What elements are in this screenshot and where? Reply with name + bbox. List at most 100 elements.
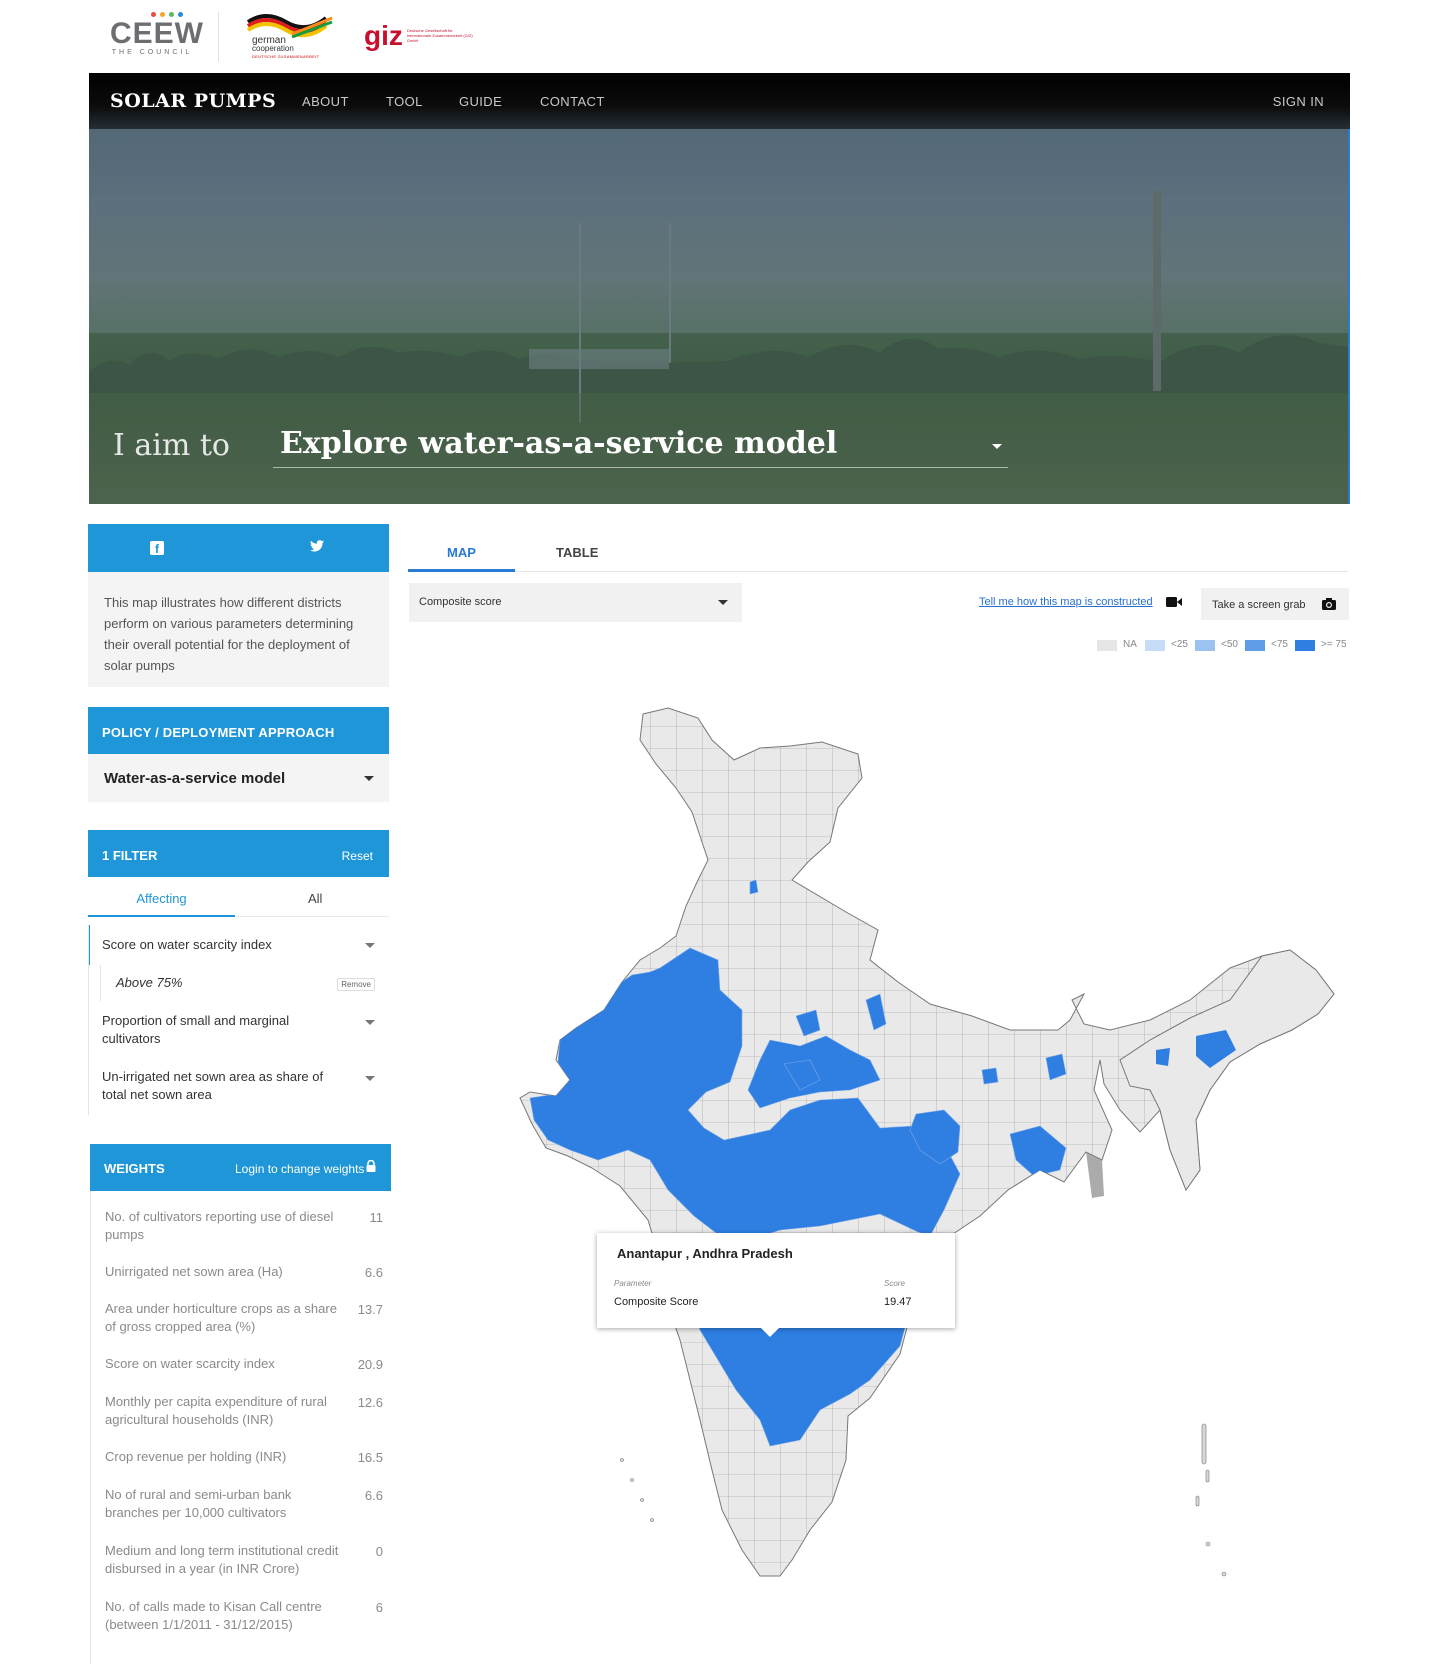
giz-logo-word: giz	[364, 20, 403, 51]
hero-edge	[1348, 129, 1350, 504]
legend-label: NA	[1123, 639, 1137, 650]
tooltip-title: Anantapur , Andhra Pradesh	[617, 1246, 793, 1261]
policy-header: POLICY / DEPLOYMENT APPROACH	[88, 707, 389, 754]
weight-value: 6.6	[364, 1488, 383, 1503]
weight-value: 12.6	[357, 1395, 383, 1410]
tooltip-score-header: Score	[884, 1279, 905, 1288]
tab-map[interactable]: MAP	[408, 524, 515, 572]
chevron-down-icon	[365, 1076, 375, 1081]
map-tooltip: Anantapur , Andhra Pradesh Parameter Sco…	[597, 1233, 955, 1337]
chevron-down-icon	[992, 444, 1002, 449]
legend-swatch-lt50	[1195, 640, 1215, 651]
tab-affecting[interactable]: Affecting	[88, 877, 235, 917]
weight-value: 0	[375, 1544, 383, 1559]
chevron-down-icon	[364, 776, 374, 781]
aim-label: I aim to	[113, 428, 230, 463]
filter-reset-button[interactable]: Reset	[342, 849, 373, 863]
weight-label: No of rural and semi-urban bank branches…	[105, 1487, 292, 1520]
weights-header: WEIGHTS Login to change weights	[90, 1144, 391, 1191]
weight-value: 13.7	[357, 1302, 383, 1317]
logo-divider	[218, 12, 219, 62]
filter-small-marginal[interactable]: Proportion of small and marginal cultiva…	[88, 1010, 389, 1060]
filter-unirrigated[interactable]: Un-irrigated net sown area as share of t…	[88, 1066, 389, 1116]
filter-label: Score on water scarcity index	[102, 937, 272, 952]
weight-value: 6	[375, 1600, 383, 1615]
tooltip-arrow	[761, 1328, 779, 1337]
how-map-constructed-link[interactable]: Tell me how this map is constructed	[979, 596, 1153, 608]
tab-all[interactable]: All	[308, 891, 322, 906]
parameter-dropdown-value: Composite score	[419, 596, 502, 608]
tooltip-param-header: Parameter	[614, 1279, 652, 1288]
filter-sub-divider	[100, 965, 101, 1001]
giz-logo[interactable]: giz Deutsche Gesellschaft für Internation…	[364, 22, 477, 52]
weight-label: Monthly per capita expenditure of rural …	[105, 1394, 327, 1427]
video-camera-icon[interactable]	[1166, 597, 1182, 607]
lock-icon	[366, 1160, 376, 1172]
india-district-map[interactable]	[515, 700, 1340, 1590]
german-cooperation-logo[interactable]: german cooperation DEUTSCHE ZUSAMMENARBE…	[246, 12, 336, 62]
partner-logos: CEEW THE COUNCIL german cooperation DEUT…	[0, 0, 1440, 73]
legend-label: <25	[1171, 639, 1188, 650]
nav-guide[interactable]: GUIDE	[459, 94, 502, 109]
legend-swatch-na	[1097, 640, 1117, 651]
ceew-logo-sub: THE COUNCIL	[111, 49, 193, 56]
aim-dropdown-value: Explore water-as-a-service model	[280, 426, 838, 461]
filter-list-border	[88, 925, 89, 1115]
filter-header: 1 FILTER Reset	[88, 830, 389, 877]
german-logo-line3: DEUTSCHE ZUSAMMENARBEIT	[252, 54, 320, 59]
brand-logo[interactable]: SOLAR PUMPS	[110, 90, 276, 112]
weight-label: No. of cultivators reporting use of dies…	[105, 1209, 334, 1242]
screen-grab-label: Take a screen grab	[1212, 599, 1306, 611]
filter-applied-value: Above 75% Remove	[88, 965, 389, 1001]
filter-sub-value: Above 75%	[116, 975, 183, 990]
tooltip-param-value: Composite Score	[614, 1296, 699, 1308]
filter-remove-button[interactable]: Remove	[337, 978, 375, 991]
sign-in-link[interactable]: SIGN IN	[1273, 94, 1324, 109]
twitter-icon[interactable]	[310, 540, 324, 552]
weight-value: 6.6	[364, 1265, 383, 1280]
filter-count: 1 FILTER	[102, 848, 158, 863]
hero-banner: SOLAR PUMPS ABOUT TOOL GUIDE CONTACT SIG…	[89, 73, 1350, 504]
parameter-dropdown[interactable]: Composite score	[409, 583, 742, 622]
weights-list: No. of cultivators reporting use of dies…	[90, 1191, 391, 1664]
filter-water-scarcity[interactable]: Score on water scarcity index	[88, 925, 389, 965]
aim-dropdown[interactable]: Explore water-as-a-service model	[273, 426, 1008, 468]
ceew-logo[interactable]: CEEW THE COUNCIL	[110, 12, 204, 62]
weight-label: Score on water scarcity index	[105, 1356, 275, 1371]
login-to-change-weights-link[interactable]: Login to change weights	[235, 1162, 364, 1176]
legend-swatch-lt25	[1145, 640, 1165, 651]
weights-title: WEIGHTS	[104, 1161, 165, 1176]
giz-logo-sub: Deutsche Gesellschaft für Internationale…	[406, 28, 473, 43]
weight-label: Area under horticulture crops as a share…	[105, 1301, 337, 1334]
chevron-down-icon	[365, 943, 375, 948]
weight-label: Medium and long term institutional credi…	[105, 1543, 339, 1576]
weight-label: No. of calls made to Kisan Call centre (…	[105, 1599, 322, 1632]
legend-swatch-gte75	[1295, 640, 1315, 651]
map-intro-text: This map illustrates how different distr…	[88, 572, 389, 687]
filter-tabs: Affecting All	[88, 877, 389, 917]
hero-chimney	[1153, 191, 1161, 391]
nav-about[interactable]: ABOUT	[302, 94, 349, 109]
nav-tool[interactable]: TOOL	[386, 94, 423, 109]
ceew-logo-word: CEEW	[110, 17, 204, 50]
legend-label: <50	[1221, 639, 1238, 650]
german-logo-line2: cooperation	[252, 44, 294, 53]
policy-dropdown-value: Water-as-a-service model	[104, 770, 286, 787]
nav-contact[interactable]: CONTACT	[540, 94, 605, 109]
legend-swatch-lt75	[1245, 640, 1265, 651]
camera-icon[interactable]	[1322, 598, 1336, 610]
filter-label: Un-irrigated net sown area as share of t…	[102, 1069, 324, 1102]
hero-pole	[669, 223, 671, 363]
legend-label: <75	[1271, 639, 1288, 650]
tab-table[interactable]: TABLE	[556, 545, 598, 560]
facebook-icon[interactable]: f	[150, 541, 164, 555]
view-tabs: MAP TABLE	[408, 524, 1348, 572]
weight-value: 20.9	[357, 1357, 383, 1372]
weight-value: 11	[369, 1210, 384, 1225]
policy-dropdown[interactable]: Water-as-a-service model	[88, 754, 389, 802]
weight-value: 16.5	[357, 1450, 383, 1465]
weight-label: Unirrigated net sown area (Ha)	[105, 1264, 283, 1279]
filter-label: Proportion of small and marginal cultiva…	[102, 1013, 290, 1046]
share-bar: f	[88, 524, 389, 572]
tooltip-score-value: 19.47	[884, 1296, 912, 1308]
